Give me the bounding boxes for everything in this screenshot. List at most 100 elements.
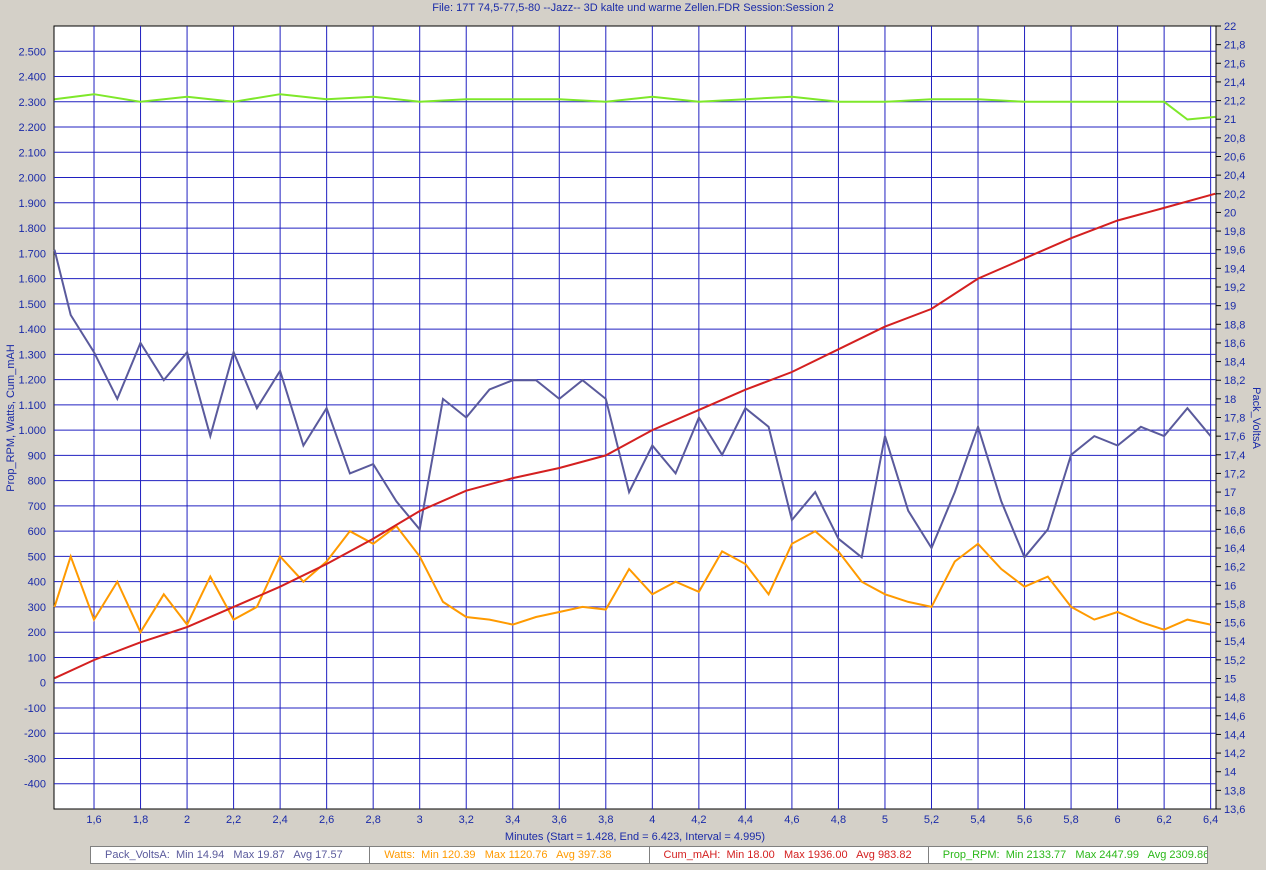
right-tick-label: 19,8 (1224, 226, 1245, 238)
legend-item-watts: Watts: Min 120.39 Max 1120.76 Avg 397.38 (370, 847, 650, 863)
x-tick-label: 3,8 (598, 814, 613, 826)
left-tick-label: 1.100 (18, 400, 46, 412)
left-tick-label: 2.200 (18, 122, 46, 134)
right-axis-ticks: 22 21,8 21,6 21,4 21,2 21 20,8 20,6 20,4 20,2 20 19… (1216, 21, 1245, 816)
right-tick-label: 17,4 (1224, 450, 1245, 462)
left-tick-label: -200 (24, 728, 46, 740)
legend-avg: 983.82 (877, 849, 912, 861)
right-tick-label: 15,6 (1224, 618, 1245, 630)
legend-max: 19.87 (257, 849, 285, 861)
x-tick-label: 1,6 (86, 814, 101, 826)
x-tick-label: 3,6 (552, 814, 567, 826)
right-tick-label: 13,6 (1224, 804, 1245, 816)
left-tick-label: 900 (28, 450, 46, 462)
legend-name: Watts: (384, 849, 422, 861)
right-tick-label: 17,2 (1224, 468, 1245, 480)
left-tick-label: 400 (28, 577, 46, 589)
legend-max: 2447.99 (1099, 849, 1140, 861)
right-tick-label: 18 (1224, 394, 1236, 406)
right-tick-label: 14,2 (1224, 748, 1245, 760)
legend-avg-label: Avg (1139, 849, 1170, 861)
left-tick-label: 1.900 (18, 198, 46, 210)
right-tick-label: 15,4 (1224, 636, 1245, 648)
left-tick-label: 1.300 (18, 349, 46, 361)
legend-min: 2133.77 (1026, 849, 1067, 861)
legend-max-label: Max (1066, 849, 1100, 861)
left-tick-label: 1.200 (18, 375, 46, 387)
left-tick-label: 1.000 (18, 425, 46, 437)
right-tick-label: 19,2 (1224, 282, 1245, 294)
legend-avg-label: Avg (284, 849, 316, 861)
left-tick-label: 600 (28, 526, 46, 538)
right-tick-label: 16,6 (1224, 524, 1245, 536)
right-tick-label: 19,6 (1224, 245, 1245, 257)
x-axis-label: Minutes (Start = 1.428, End = 6.423, Int… (505, 831, 765, 843)
x-axis-ticks: 1,6 1,8 2 2,2 2,4 2,6 2,8 3 3,2 3,4 3,6 3,8 4 4,2 4,4 4… (86, 814, 1218, 826)
left-tick-label: -100 (24, 703, 46, 715)
right-tick-label: 14,8 (1224, 692, 1245, 704)
right-tick-label: 17 (1224, 487, 1236, 499)
legend-min-label: Min (175, 849, 197, 861)
x-tick-label: 5,4 (970, 814, 985, 826)
left-tick-label: -400 (24, 779, 46, 791)
right-tick-label: 13,8 (1224, 785, 1245, 797)
left-tick-label: 2.500 (18, 46, 46, 58)
right-tick-label: 20,2 (1224, 189, 1245, 201)
left-tick-label: 1.800 (18, 223, 46, 235)
x-tick-label: 5 (882, 814, 888, 826)
legend-avg-label: Avg (547, 849, 578, 861)
legend-avg-label: Avg (847, 849, 878, 861)
left-tick-label: 2.000 (18, 173, 46, 185)
x-tick-label: 6,4 (1203, 814, 1218, 826)
legend-max-label: Max (475, 849, 509, 861)
right-tick-label: 18,8 (1224, 319, 1245, 331)
right-tick-label: 17,6 (1224, 431, 1245, 443)
legend-name: Cum_mAH: (663, 849, 727, 861)
x-tick-label: 3 (417, 814, 423, 826)
left-tick-label: 1.500 (18, 299, 46, 311)
left-tick-label: 0 (40, 678, 46, 690)
legend-min: 14.94 (196, 849, 225, 861)
left-tick-label: 1.600 (18, 274, 46, 286)
x-tick-label: 1,8 (133, 814, 148, 826)
x-tick-label: 4,8 (831, 814, 846, 826)
right-tick-label: 14,4 (1224, 729, 1245, 741)
legend-item-prop-rpm: Prop_RPM: Min 2133.77 Max 2447.99 Avg 23… (929, 847, 1207, 863)
left-tick-label: 700 (28, 501, 46, 513)
left-tick-label: 200 (28, 627, 46, 639)
legend-min-label: Min (726, 849, 748, 861)
legend-avg: 397.38 (577, 849, 612, 861)
chart: 1,6 1,8 2 2,2 2,4 2,6 2,8 3 3,2 3,4 3,6 3,8 4 4,2 4,4 4… (5, 21, 1262, 843)
x-tick-label: 5,2 (924, 814, 939, 826)
left-axis-label: Prop_RPM, Watts, Cum_mAH (5, 344, 17, 492)
legend: Pack_VoltsA: Min 14.94 Max 19.87 Avg 17.… (90, 846, 1208, 864)
left-tick-label: 2.100 (18, 147, 46, 159)
right-tick-label: 21 (1224, 114, 1236, 126)
right-tick-label: 21,2 (1224, 96, 1245, 108)
right-axis-label: Pack_VoltsA (1250, 387, 1262, 449)
x-tick-label: 6,2 (1156, 814, 1171, 826)
right-tick-label: 20,4 (1224, 170, 1245, 182)
right-tick-label: 16,4 (1224, 543, 1245, 555)
x-tick-label: 3,4 (505, 814, 520, 826)
right-tick-label: 21,6 (1224, 58, 1245, 70)
left-tick-label: 300 (28, 602, 46, 614)
legend-max-label: Max (224, 849, 258, 861)
right-tick-label: 15 (1224, 674, 1236, 686)
right-tick-label: 22 (1224, 21, 1236, 33)
x-tick-label: 2,4 (272, 814, 287, 826)
legend-max-label: Max (774, 849, 808, 861)
right-tick-label: 18,4 (1224, 357, 1245, 369)
left-axis-ticks: 2.500 2.400 2.300 2.200 2.100 2.000 1.900 1.800… (18, 46, 46, 790)
x-tick-label: 5,6 (1017, 814, 1032, 826)
right-tick-label: 18,2 (1224, 375, 1245, 387)
legend-avg: 2309.86 (1169, 849, 1207, 861)
x-tick-label: 4,4 (738, 814, 753, 826)
right-tick-label: 15,8 (1224, 599, 1245, 611)
right-tick-label: 17,8 (1224, 413, 1245, 425)
right-tick-label: 21,4 (1224, 77, 1245, 89)
x-tick-label: 3,2 (459, 814, 474, 826)
x-tick-label: 4 (649, 814, 655, 826)
legend-min-label: Min (421, 849, 442, 861)
right-tick-label: 20,8 (1224, 133, 1245, 145)
